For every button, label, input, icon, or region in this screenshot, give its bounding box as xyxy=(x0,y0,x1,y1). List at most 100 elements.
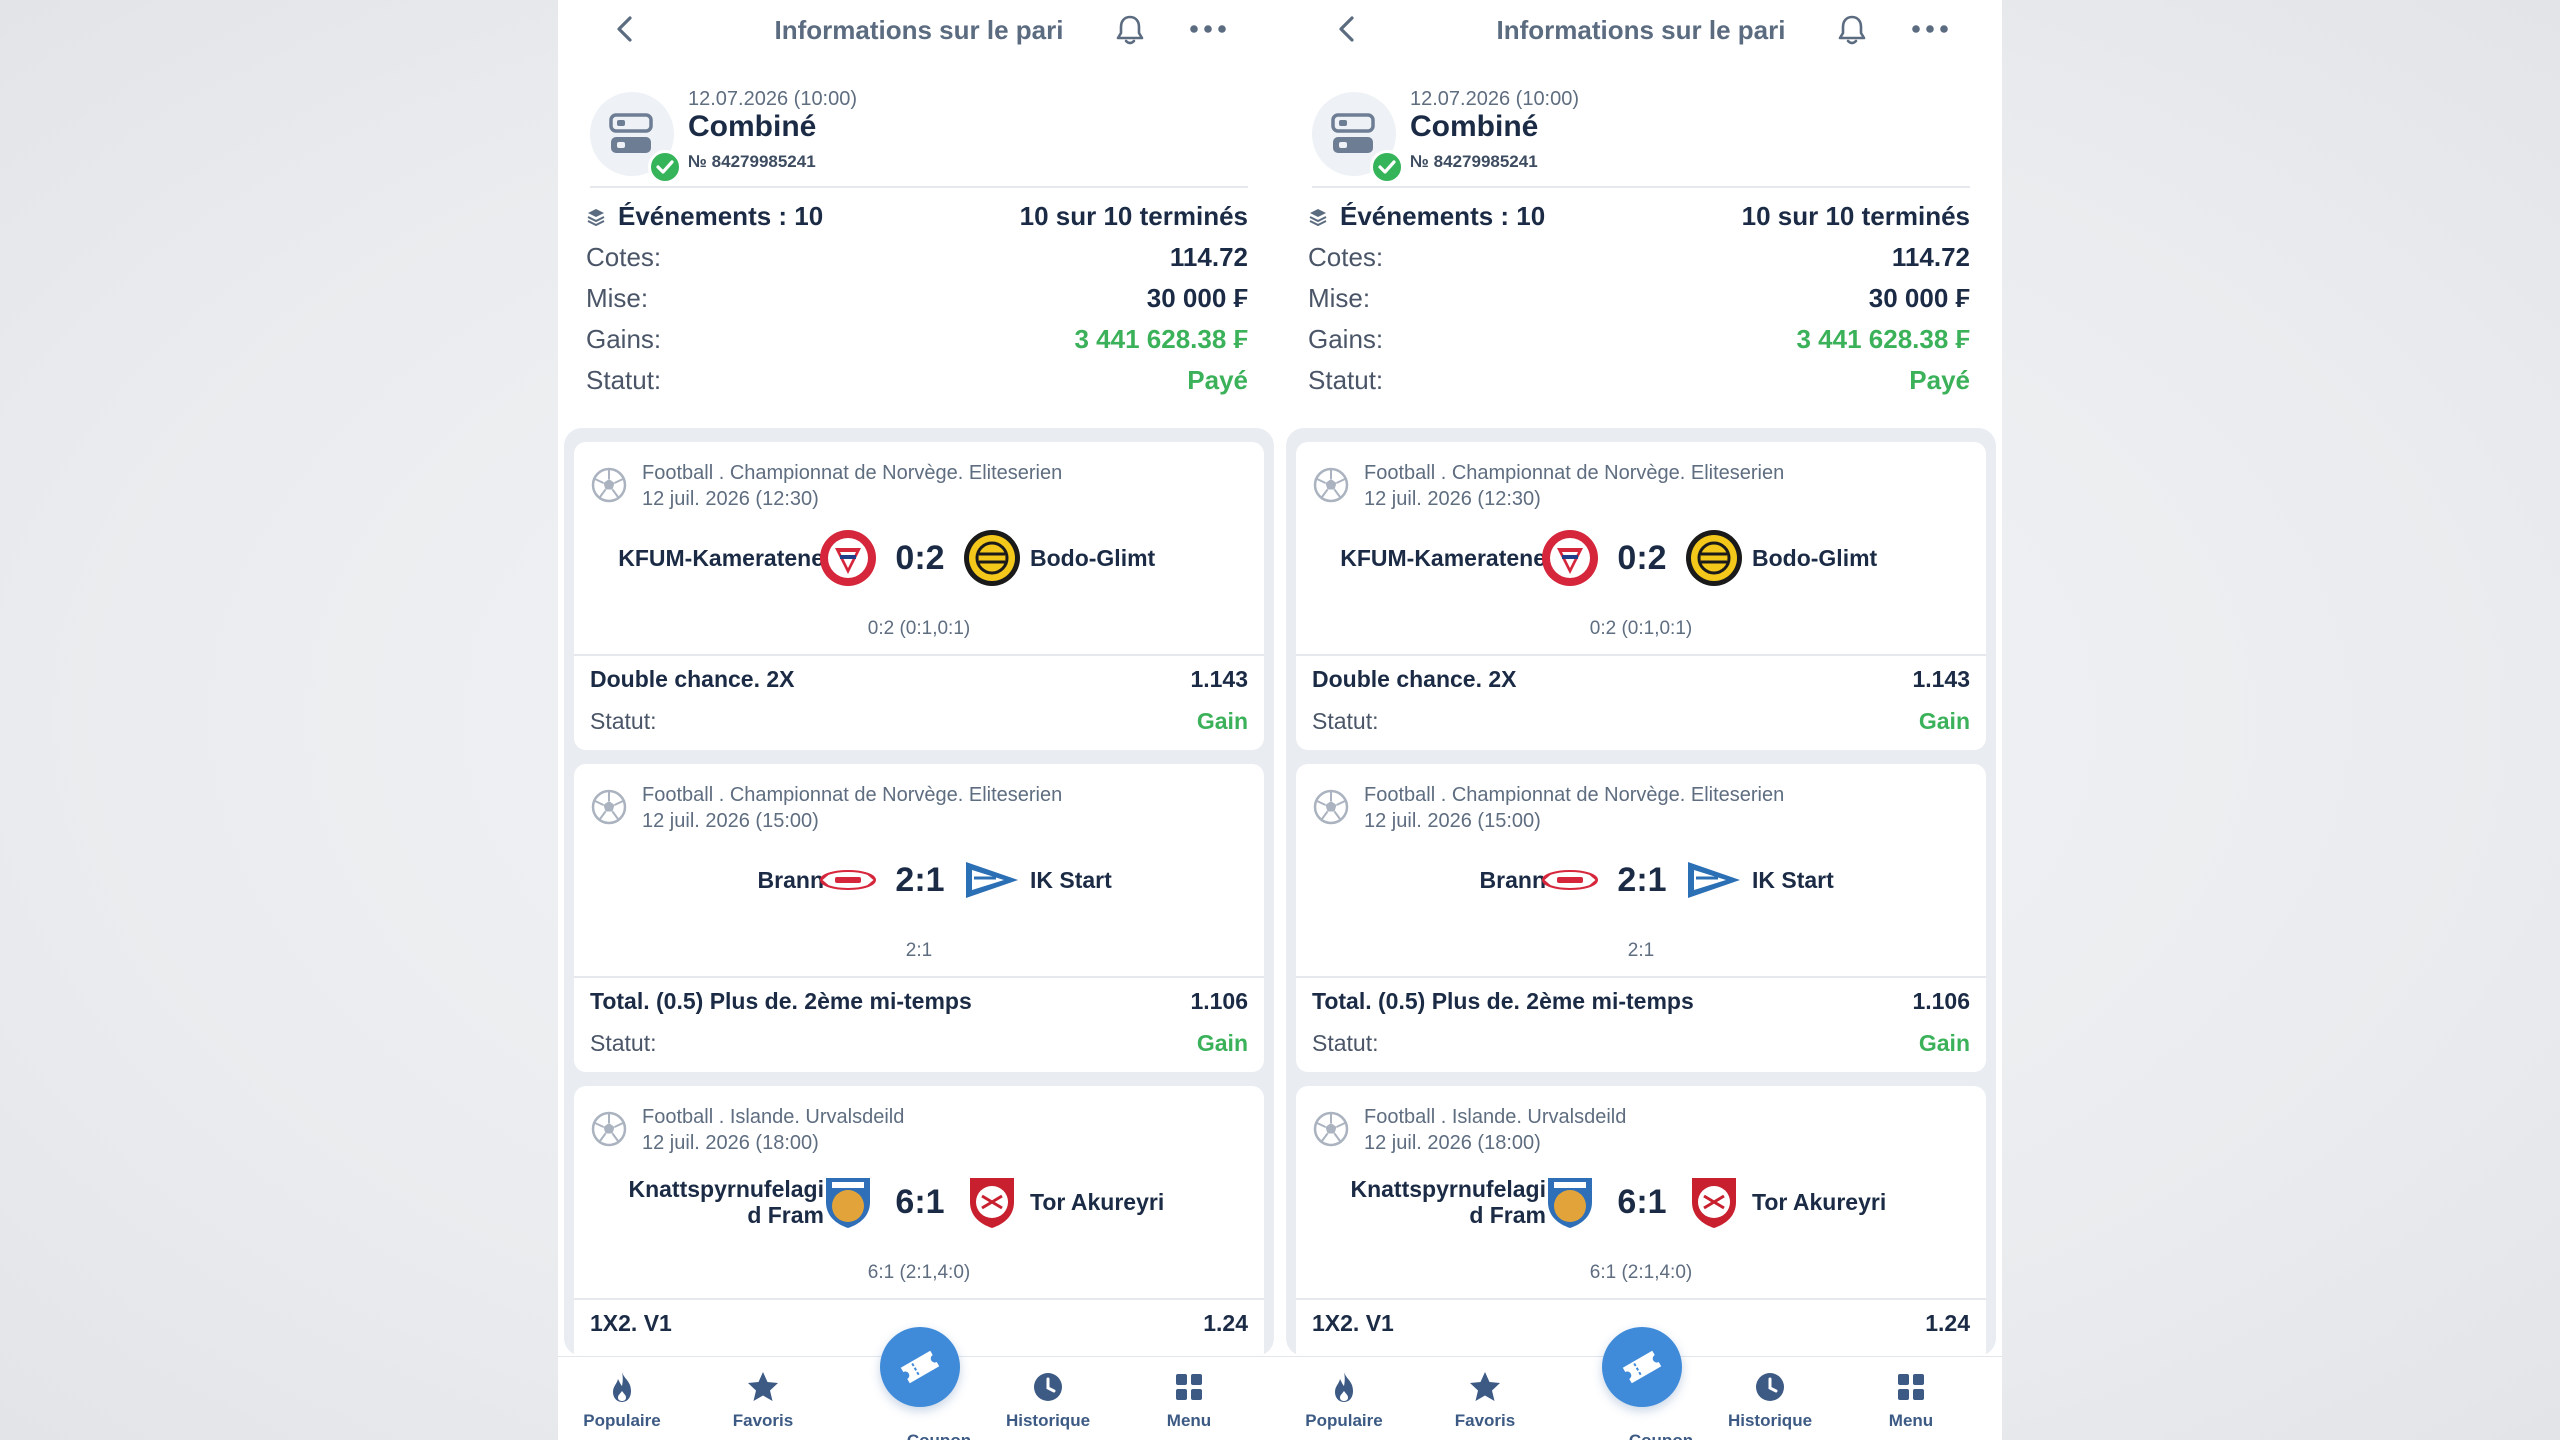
football-icon xyxy=(591,1111,627,1147)
bet-info-screen: Informations sur le pari 12.07.2026 (10:… xyxy=(558,0,1280,1440)
fire-icon xyxy=(1335,1372,1353,1402)
ik-start-logo-icon xyxy=(1688,862,1740,898)
winnings-value: 3 441 628.38 ₣ xyxy=(1074,324,1249,354)
nav-menu[interactable]: Menu xyxy=(1851,1369,1971,1431)
bottom-nav: Populaire Favoris Coupon Historique Menu xyxy=(1280,1327,2002,1440)
nav-menu-label: Menu xyxy=(1888,1411,1934,1430)
odds-row: Cotes: 114.72 xyxy=(1308,237,1970,278)
event-datetime: 12 juil. 2026 (15:00) xyxy=(1364,810,1541,832)
odds-value: 114.72 xyxy=(1169,242,1248,272)
event-datetime: 12 juil. 2026 (18:00) xyxy=(1364,1132,1541,1154)
event-datetime: 12 juil. 2026 (12:30) xyxy=(1364,488,1541,510)
away-team: IK Start xyxy=(1030,866,1112,893)
market-name: Total. (0.5) Plus de. 2ème mi-temps xyxy=(590,988,972,1014)
football-icon xyxy=(591,467,627,503)
event-card[interactable]: Football . Championnat de Norvège. Elite… xyxy=(574,764,1264,1072)
event-league: Football . Championnat de Norvège. Elite… xyxy=(642,784,1063,806)
market-odds: 1.106 xyxy=(1912,988,1970,1014)
market-row: Double chance. 2X 1.143 xyxy=(1312,666,1970,693)
nav-history[interactable]: Historique xyxy=(988,1369,1108,1431)
event-card[interactable]: Football . Islande. Urvalsdeild 12 juil.… xyxy=(1296,1086,1986,1356)
market-odds: 1.24 xyxy=(1925,1310,1970,1336)
stake-value: 30 000 ₣ xyxy=(1146,283,1248,313)
nav-menu[interactable]: Menu xyxy=(1129,1369,1249,1431)
grid-icon xyxy=(1176,1374,1202,1400)
home-team-line2: d Fram xyxy=(1469,1202,1546,1228)
divider xyxy=(574,654,1264,656)
nav-favorites[interactable]: Favoris xyxy=(703,1369,823,1431)
football-icon xyxy=(1313,1111,1349,1147)
nav-history-label: Historique xyxy=(1005,1411,1091,1430)
divider xyxy=(1296,1298,1986,1300)
home-team: Brann xyxy=(757,867,824,893)
home-team: KFUM-Kameratene xyxy=(618,545,824,571)
market-row: Double chance. 2X 1.143 xyxy=(590,666,1248,693)
match-row: Brann 2:1 IK Start xyxy=(574,848,1264,912)
nav-history[interactable]: Historique xyxy=(1710,1369,1830,1431)
nav-coupon-label: Coupon xyxy=(879,1431,999,1440)
nav-popular[interactable]: Populaire xyxy=(562,1369,682,1431)
match-row: KFUM-Kameratene 0:2 Bodo-Glimt xyxy=(1296,526,1986,590)
events-row: Événements : 10 10 sur 10 terminés xyxy=(586,196,1248,237)
match-score: 2:1 xyxy=(895,861,945,899)
match-row: Brann 2:1 IK Start xyxy=(1296,848,1986,912)
bottom-nav: Populaire Favoris Coupon Historique Menu xyxy=(558,1327,1280,1440)
events-row: Événements : 10 10 sur 10 terminés xyxy=(1308,196,1970,237)
home-team: Knattspyrnufelagi d Fram xyxy=(1350,1170,1546,1234)
grid-icon xyxy=(1898,1374,1924,1400)
event-status-label: Statut: xyxy=(590,1030,657,1056)
divider xyxy=(1296,976,1986,978)
football-icon xyxy=(591,789,627,825)
event-status-row: Statut: Gain xyxy=(590,708,1248,735)
status-value: Payé xyxy=(1187,365,1248,395)
top-bar: Informations sur le pari xyxy=(1280,0,2002,60)
event-card[interactable]: Football . Championnat de Norvège. Elite… xyxy=(1296,442,1986,750)
event-status: Gain xyxy=(1918,708,1970,734)
event-league: Football . Championnat de Norvège. Elite… xyxy=(1364,462,1785,484)
match-score: 2:1 xyxy=(1617,861,1667,899)
winnings-label: Gains: xyxy=(1308,324,1384,354)
event-card[interactable]: Football . Islande. Urvalsdeild 12 juil.… xyxy=(574,1086,1264,1356)
bet-header: 12.07.2026 (10:00) Combiné № 84279985241 xyxy=(590,84,1248,188)
nav-popular[interactable]: Populaire xyxy=(1284,1369,1404,1431)
score-detail: 6:1 (2:1,4:0) xyxy=(1589,1262,1693,1283)
nav-history-label: Historique xyxy=(1727,1411,1813,1430)
event-card[interactable]: Football . Championnat de Norvège. Elite… xyxy=(574,442,1264,750)
winnings-row: Gains: 3 441 628.38 ₣ xyxy=(586,319,1248,360)
more-icon[interactable] xyxy=(1908,12,1952,46)
event-status: Gain xyxy=(1918,1030,1970,1056)
events-label: Événements : 10 xyxy=(618,201,824,231)
more-icon[interactable] xyxy=(1186,12,1230,46)
bell-icon[interactable] xyxy=(1834,12,1870,48)
score-detail: 2:1 xyxy=(1627,940,1655,961)
back-icon[interactable] xyxy=(608,12,642,46)
event-league: Football . Islande. Urvalsdeild xyxy=(642,1106,905,1128)
stake-value: 30 000 ₣ xyxy=(1868,283,1970,313)
odds-row: Cotes: 114.72 xyxy=(586,237,1248,278)
bodo-glimt-logo-icon xyxy=(1686,530,1742,586)
back-icon[interactable] xyxy=(1330,12,1364,46)
event-status-row: Statut: Gain xyxy=(1312,708,1970,735)
event-status: Gain xyxy=(1196,708,1248,734)
event-card[interactable]: Football . Championnat de Norvège. Elite… xyxy=(1296,764,1986,1072)
score-detail: 6:1 (2:1,4:0) xyxy=(867,1262,971,1283)
away-team: IK Start xyxy=(1752,866,1834,893)
home-team-line1: Knattspyrnufelagi xyxy=(1350,1176,1546,1202)
coupon-button[interactable] xyxy=(880,1327,960,1407)
coupon-button[interactable] xyxy=(1602,1327,1682,1407)
nav-coupon-label: Coupon xyxy=(1601,1431,1721,1440)
event-league: Football . Championnat de Norvège. Elite… xyxy=(1364,784,1785,806)
stake-label: Mise: xyxy=(586,283,649,313)
bet-number: № 84279985241 xyxy=(688,152,816,171)
brann-logo-icon xyxy=(820,870,876,890)
home-team-line2: d Fram xyxy=(747,1202,824,1228)
nav-favorites[interactable]: Favoris xyxy=(1425,1369,1545,1431)
market-odds: 1.106 xyxy=(1190,988,1248,1014)
events-list[interactable]: Football . Championnat de Norvège. Elite… xyxy=(564,428,1274,1356)
home-team: KFUM-Kameratene xyxy=(1340,545,1546,571)
market-name: 1X2. V1 xyxy=(1312,1310,1394,1336)
clock-icon xyxy=(1034,1373,1062,1401)
bell-icon[interactable] xyxy=(1112,12,1148,48)
events-list[interactable]: Football . Championnat de Norvège. Elite… xyxy=(1286,428,1996,1356)
bet-date: 12.07.2026 (10:00) xyxy=(1410,88,1580,110)
